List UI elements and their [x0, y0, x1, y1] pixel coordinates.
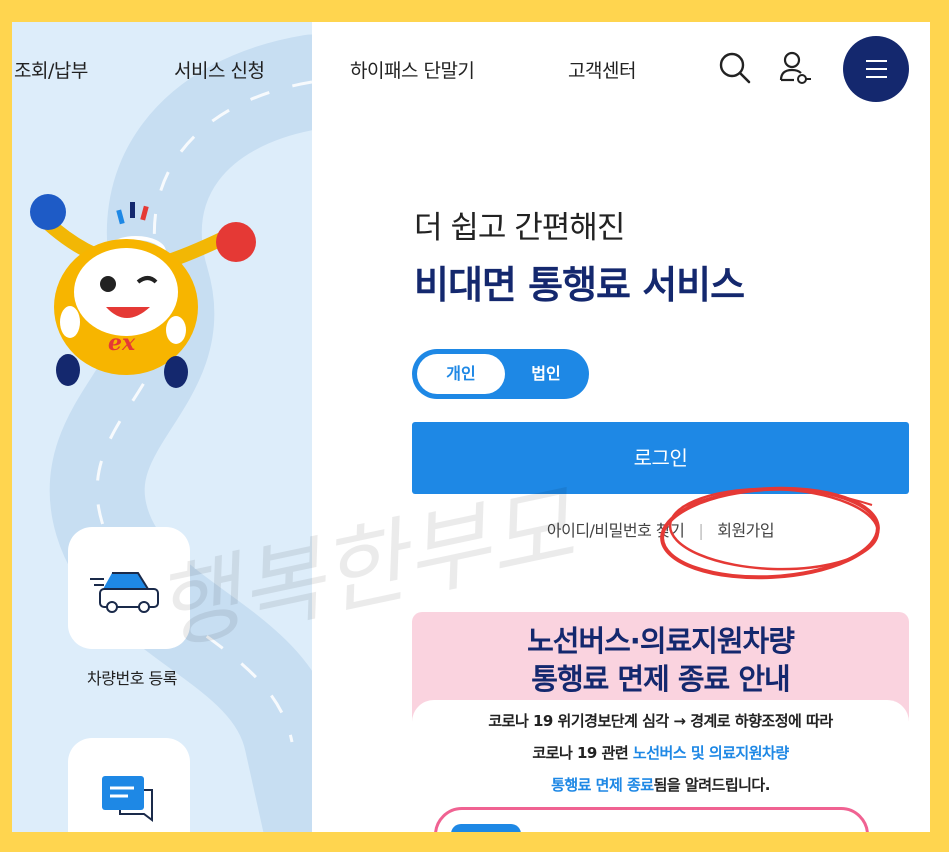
find-id-password-link[interactable]: 아이디/비밀번호 찾기 — [547, 521, 685, 540]
svg-text:ex: ex — [108, 330, 136, 356]
link-separator: | — [698, 521, 704, 540]
hamburger-menu-icon — [866, 60, 887, 62]
toggle-corporate[interactable]: 법인 — [508, 354, 584, 394]
hero-subtitle: 더 쉽고 간편해진 — [414, 210, 625, 246]
chat-icon — [102, 776, 153, 822]
notice-line-3: 통행료 면제 종료됨을 알려드립니다. — [412, 774, 909, 795]
road-illustration — [49, 34, 312, 832]
nav-item-inquiry-payment[interactable]: 조회/납부 — [14, 56, 88, 83]
notice-line-3-suffix: 됨을 알려드립니다. — [653, 776, 771, 794]
nav-item-service-application[interactable]: 서비스 신청 — [174, 56, 265, 83]
notice-line-2: 코로나 19 관련 노선버스 및 의료지원차량 — [412, 742, 909, 763]
hamburger-menu-button[interactable] — [843, 36, 909, 102]
account-links: 아이디/비밀번호 찾기 | 회원가입 — [412, 517, 909, 541]
quick-menu-tile-vehicle-registration[interactable] — [68, 527, 190, 649]
search-icon — [719, 52, 751, 84]
login-button[interactable]: 로그인 — [412, 422, 909, 494]
quick-menu-tile-chat[interactable] — [68, 738, 190, 832]
notice-headline-2: 통행료 면제 종료 안내 — [531, 662, 790, 696]
left-panel: ex 차량번호 등록 — [12, 22, 312, 832]
quick-menu-label-vehicle-registration: 차량번호 등록 — [87, 669, 177, 688]
signup-link[interactable]: 회원가입 — [717, 521, 774, 540]
car-icon — [90, 572, 159, 613]
member-type-toggle: 개인 법인 — [412, 349, 589, 399]
notice-line-1: 코로나 19 위기경보단계 심각 → 경계로 하향조정에 따라 — [488, 712, 833, 730]
notice-pill — [451, 824, 521, 832]
notice-body: 코로나 19 위기경보단계 심각 → 경계로 하향조정에 따라 코로나 19 관… — [412, 700, 909, 832]
notice-line-2-prefix: 코로나 19 관련 — [532, 744, 633, 762]
toggle-individual[interactable]: 개인 — [417, 354, 505, 394]
notice-pink-box — [434, 807, 869, 832]
hero-title: 비대면 통행료 서비스 — [414, 263, 745, 307]
page-frame: ex 차량번호 등록 조회/납부 서비스 신청 하이패스 단말기 고객센터 더 … — [12, 22, 930, 832]
notice-line-3-highlight: 통행료 면제 종료 — [551, 776, 654, 794]
notice-line-2-highlight: 노선버스 및 의료지원차량 — [632, 744, 789, 762]
nav-item-customer-center[interactable]: 고객센터 — [568, 56, 636, 83]
notice-banner[interactable]: 노선버스·의료지원차량 통행료 면제 종료 안내 코로나 19 위기경보단계 심… — [412, 612, 909, 832]
hamburger-line — [866, 68, 887, 70]
search-button[interactable] — [718, 50, 752, 86]
nav-item-hipass-terminal[interactable]: 하이패스 단말기 — [350, 56, 475, 83]
notice-headline-1: 노선버스·의료지원차량 — [527, 624, 795, 658]
user-key-icon — [779, 51, 811, 84]
login-user-button[interactable] — [778, 50, 812, 86]
hamburger-line — [866, 76, 887, 78]
mascot-illustration: ex — [30, 194, 256, 388]
